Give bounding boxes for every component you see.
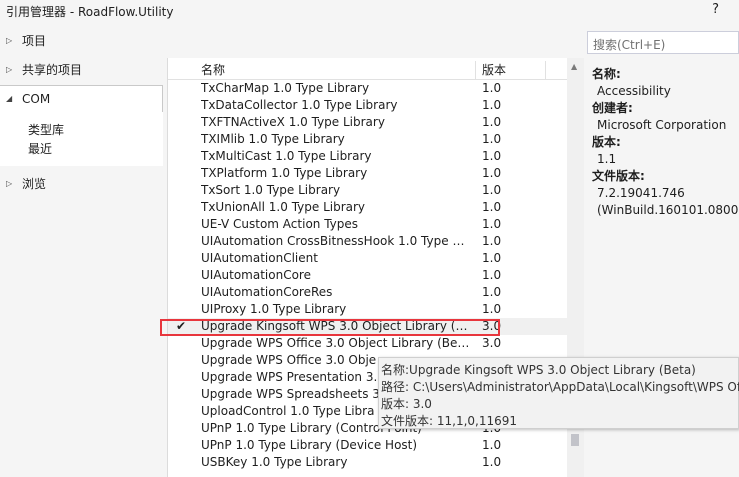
row-name: TXPlatform 1.0 Type Library [201, 166, 368, 180]
row-name: TxUnionAll 1.0 Type Library [201, 200, 366, 214]
table-row[interactable]: UIProxy 1.0 Type Library 1.0 [168, 301, 568, 318]
detail-version-label: 版本: [592, 135, 621, 149]
row-name: UIAutomationCoreRes [201, 285, 333, 299]
nav-item-label: 共享的项目 [22, 63, 83, 77]
table-row[interactable]: TxMultiCast 1.0 Type Library 1.0 [168, 148, 568, 165]
row-name: TxCharMap 1.0 Type Library [201, 81, 370, 95]
list-header: 名称 版本 [168, 58, 568, 80]
expand-arrow-icon: ▷ [6, 36, 13, 45]
row-name: TxSort 1.0 Type Library [201, 183, 341, 197]
row-name: UPnP 1.0 Type Library (Device Host) [201, 438, 418, 452]
detail-name-value: Accessibility [597, 84, 671, 98]
row-name: UE-V Custom Action Types [201, 217, 359, 231]
row-name: UIAutomation CrossBitnessHook 1.0 Type L… [201, 234, 471, 248]
row-version: 1.0 [482, 302, 502, 316]
highlight-annotation-box [160, 319, 500, 336]
row-version: 1.0 [482, 285, 502, 299]
table-row[interactable]: TXFTNActiveX 1.0 Type Library 1.0 [168, 114, 568, 131]
table-row[interactable]: UIAutomationClient 1.0 [168, 250, 568, 267]
table-row[interactable]: TXPlatform 1.0 Type Library 1.0 [168, 165, 568, 182]
row-name: Upgrade WPS Office 3.0 Object Library (B… [201, 336, 471, 350]
detail-creator-label: 创建者: [592, 101, 633, 115]
row-version: 1.0 [482, 166, 502, 180]
row-version: 1.0 [482, 455, 502, 469]
tooltip-name: 名称:Upgrade Kingsoft WPS 3.0 Object Libra… [381, 363, 696, 377]
row-name: UIAutomationClient [201, 251, 318, 265]
row-version: 1.0 [482, 234, 502, 248]
row-version: 1.0 [482, 200, 502, 214]
column-header-version[interactable]: 版本 [479, 61, 546, 79]
table-row[interactable]: USBKey 1.0 Type Library 1.0 [168, 454, 568, 471]
row-name: UIProxy 1.0 Type Library [201, 302, 347, 316]
table-row[interactable]: UIAutomation CrossBitnessHook 1.0 Type L… [168, 233, 568, 250]
nav-item-browse[interactable]: ▷ 浏览 [0, 171, 163, 197]
row-name: USBKey 1.0 Type Library [201, 455, 348, 469]
row-version: 3.0 [482, 336, 502, 350]
table-row[interactable]: UE-V Custom Action Types 1.0 [168, 216, 568, 233]
nav-item-shared-projects[interactable]: ▷ 共享的项目 [0, 57, 163, 83]
row-name: TXFTNActiveX 1.0 Type Library [201, 115, 385, 129]
expand-arrow-icon: ▷ [6, 65, 13, 74]
row-name: TXIMlib 1.0 Type Library [201, 132, 345, 146]
subnav-item-recent[interactable]: 最近 [28, 140, 52, 157]
left-nav: ▷ 项目 ▷ 共享的项目 ◢ COM 类型库 最近 ▷ 浏览 [0, 26, 163, 477]
subnav-item-type-libraries[interactable]: 类型库 [28, 121, 64, 138]
detail-creator-value: Microsoft Corporation [597, 118, 727, 132]
table-row[interactable]: UIAutomationCore 1.0 [168, 267, 568, 284]
column-header-name[interactable]: 名称 [195, 61, 476, 79]
row-version: 1.0 [482, 268, 502, 282]
row-version: 1.0 [482, 81, 502, 95]
tooltip-file-version: 文件版本: 11,1,0,11691 [381, 414, 518, 428]
row-name: UIAutomationCore [201, 268, 311, 282]
row-version: 1.0 [482, 217, 502, 231]
scroll-up-arrow-icon[interactable]: ▲ [571, 62, 577, 71]
nav-item-label: COM [22, 92, 51, 106]
table-row[interactable]: TxUnionAll 1.0 Type Library 1.0 [168, 199, 568, 216]
tooltip: 名称:Upgrade Kingsoft WPS 3.0 Object Libra… [378, 357, 739, 429]
scrollbar-thumb[interactable] [571, 434, 579, 446]
detail-version-value: 1.1 [597, 152, 617, 166]
detail-name-label: 名称: [592, 67, 621, 81]
table-row[interactable]: UPnP 1.0 Type Library (Device Host) 1.0 [168, 437, 568, 454]
row-version: 1.0 [482, 438, 502, 452]
table-row[interactable]: TxSort 1.0 Type Library 1.0 [168, 182, 568, 199]
details-panel: 名称: Accessibility 创建者: Microsoft Corpora… [592, 66, 739, 219]
detail-file-version-value: 7.2.19041.746 [597, 186, 685, 200]
com-subnav: 类型库 最近 [0, 112, 163, 166]
row-name: TxMultiCast 1.0 Type Library [201, 149, 372, 163]
tooltip-version: 版本: 3.0 [381, 397, 432, 411]
table-row[interactable]: UIAutomationCoreRes 1.0 [168, 284, 568, 301]
table-row[interactable]: TXIMlib 1.0 Type Library 1.0 [168, 131, 568, 148]
row-version: 1.0 [482, 183, 502, 197]
nav-item-label: 项目 [22, 34, 47, 48]
table-row[interactable]: TxCharMap 1.0 Type Library 1.0 [168, 80, 568, 97]
detail-file-version-label: 文件版本: [592, 169, 645, 183]
title-bar: 引用管理器 - RoadFlow.Utility ? [0, 0, 739, 22]
nav-item-label: 浏览 [22, 177, 47, 191]
table-row[interactable]: TxDataCollector 1.0 Type Library 1.0 [168, 97, 568, 114]
search-placeholder: 搜索(Ctrl+E) [593, 38, 666, 52]
column-header-label: 名称 [201, 63, 226, 77]
row-version: 1.0 [482, 115, 502, 129]
detail-file-version-build: (WinBuild.160101.0800) [597, 203, 739, 217]
collapse-arrow-icon: ◢ [6, 94, 13, 103]
row-version: 1.0 [482, 149, 502, 163]
nav-item-com[interactable]: ◢ COM [0, 85, 163, 113]
tooltip-path: 路径: C:\Users\Administrator\AppData\Local… [381, 380, 739, 394]
row-name: TxDataCollector 1.0 Type Library [201, 98, 398, 112]
row-version: 1.0 [482, 98, 502, 112]
table-row[interactable]: Upgrade WPS Office 3.0 Object Library (B… [168, 335, 568, 352]
search-input[interactable]: 搜索(Ctrl+E) [587, 31, 739, 54]
expand-arrow-icon: ▷ [6, 179, 13, 188]
row-version: 1.0 [482, 251, 502, 265]
column-header-label: 版本 [482, 63, 507, 77]
nav-item-projects[interactable]: ▷ 项目 [0, 28, 163, 54]
help-button[interactable]: ? [712, 2, 719, 17]
row-version: 1.0 [482, 132, 502, 146]
window-title: 引用管理器 - RoadFlow.Utility [6, 5, 174, 19]
